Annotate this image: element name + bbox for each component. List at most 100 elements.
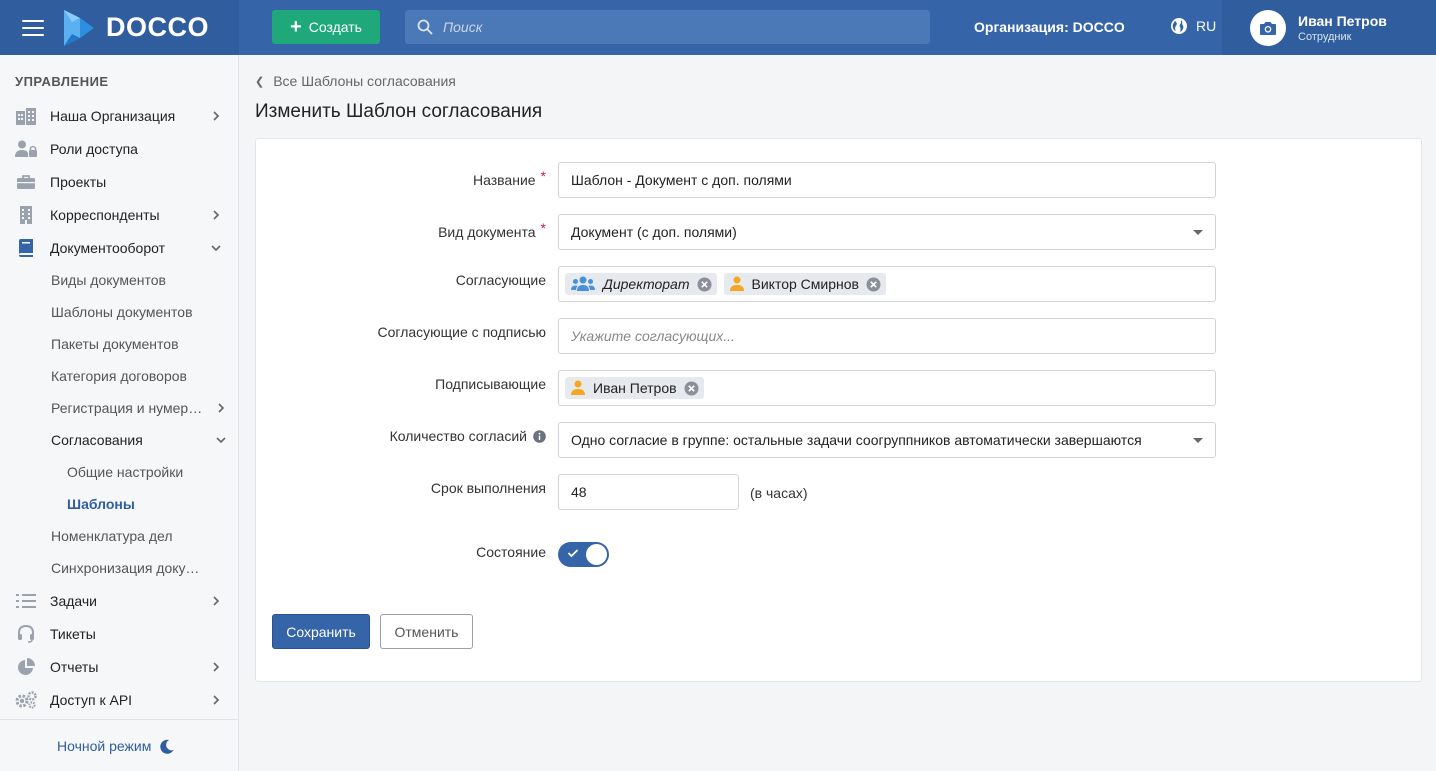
signers-label-wrap: Подписывающие	[435, 376, 546, 392]
sidebar-item-label: Документооборот	[50, 240, 166, 256]
night-mode-toggle[interactable]: Ночной режим	[57, 738, 174, 754]
approvers-sign-field[interactable]: Укажите согласующих...	[558, 318, 1216, 354]
sidebar-item-access-roles[interactable]: Роли доступа	[0, 135, 238, 163]
tasks-icon	[15, 591, 37, 611]
sidebar-item-correspondents[interactable]: Корреспонденты	[0, 201, 238, 229]
sidebar-subitem-doc-types[interactable]: Виды документов	[51, 268, 231, 292]
deadline-input[interactable]: 48	[558, 474, 739, 510]
language-switcher[interactable]: RU	[1170, 17, 1216, 35]
sidebar-item-document-flow[interactable]: Документооборот	[0, 234, 238, 262]
sidebar-subitem-label: Регистрация и нумерация	[51, 400, 209, 416]
remove-tag-icon[interactable]	[697, 277, 712, 292]
count-value: Одно согласие в группе: остальные задачи…	[571, 432, 1142, 448]
users-lock-icon	[15, 139, 37, 159]
chevron-right-icon	[213, 662, 220, 672]
user-role: Сотрудник	[1298, 30, 1352, 43]
search-bar[interactable]	[405, 10, 930, 44]
sidebar-subitem-label: Согласования	[51, 432, 143, 448]
user-icon	[729, 276, 744, 292]
state-toggle[interactable]	[558, 542, 609, 567]
name-label-wrap: Название *	[473, 168, 546, 188]
sidebar-item-reports[interactable]: Отчеты	[0, 653, 238, 681]
signers-field[interactable]: Иван Петров	[558, 370, 1216, 406]
sidebar-item-label: Корреспонденты	[50, 207, 160, 223]
create-button[interactable]: + Создать	[272, 10, 380, 44]
remove-tag-icon[interactable]	[684, 381, 699, 396]
sidebar-item-api-access[interactable]: Доступ к API	[0, 686, 238, 714]
required-mark: *	[540, 220, 546, 236]
sidebar-item-label: Тикеты	[50, 626, 96, 642]
required-mark: *	[540, 168, 546, 184]
doc-type-label-wrap: Вид документа *	[438, 220, 546, 240]
camera-icon	[1260, 21, 1276, 35]
sidebar-subitem-registration[interactable]: Регистрация и нумерация	[51, 396, 231, 420]
briefcase-icon	[15, 172, 37, 192]
name-field[interactable]: Шаблон - Документ с доп. полями	[558, 162, 1216, 198]
globe-icon	[1171, 18, 1187, 34]
deadline-unit: (в часах)	[750, 485, 808, 501]
brand-name: DOCCO	[106, 12, 209, 42]
chevron-left-icon: ❮	[255, 75, 265, 88]
deadline-value: 48	[571, 484, 587, 500]
approvers-label: Согласующие	[455, 272, 546, 288]
deadline-label: Срок выполнения	[430, 480, 546, 496]
sidebar-subitem-doc-packages[interactable]: Пакеты документов	[51, 332, 231, 356]
sidebar-subitem-approvals[interactable]: Согласования	[51, 428, 231, 452]
approvers-field[interactable]: Директорат Виктор Смирнов	[558, 266, 1216, 302]
sidebar: УПРАВЛЕНИЕ Наша Организация Роли доступа…	[0, 55, 239, 771]
sidebar-subitem-nomenclature[interactable]: Номенклатура дел	[51, 524, 231, 548]
user-info: Иван Петров Сотрудник	[1298, 13, 1387, 43]
approver-tag: Виктор Смирнов	[723, 273, 886, 295]
cancel-button[interactable]: Отменить	[380, 614, 473, 649]
signer-tag-label: Иван Петров	[593, 380, 677, 396]
chevron-down-icon	[211, 245, 221, 252]
logo[interactable]: DOCCO	[62, 8, 209, 48]
sidebar-divider	[0, 719, 238, 720]
sidebar-item-projects[interactable]: Проекты	[0, 168, 238, 196]
sidebar-item-tickets[interactable]: Тикеты	[0, 620, 238, 648]
sidebar-subitem-sync[interactable]: Синхронизация документов	[51, 556, 231, 580]
approver-tag-label: Директорат	[603, 276, 690, 292]
brand-area: DOCCO	[0, 0, 239, 55]
sidebar-item-tasks[interactable]: Задачи	[0, 587, 238, 615]
user-menu[interactable]: Иван Петров Сотрудник	[1222, 0, 1436, 55]
gears-icon	[15, 690, 37, 710]
sidebar-subitem-label: Номенклатура дел	[51, 528, 173, 544]
avatar[interactable]	[1250, 9, 1286, 46]
approvers-sign-label: Согласующие с подписью	[377, 324, 546, 340]
sidebar-subitem-contract-categories[interactable]: Категория договоров	[51, 364, 231, 388]
sidebar-item-label: Роли доступа	[50, 141, 138, 157]
book-icon	[15, 238, 37, 258]
user-icon	[571, 380, 585, 396]
sidebar-item-label: Отчеты	[50, 659, 99, 675]
doc-type-select[interactable]: Документ (с доп. полями)	[558, 214, 1216, 250]
breadcrumb[interactable]: ❮ Все Шаблоны согласования	[255, 73, 456, 89]
remove-tag-icon[interactable]	[866, 277, 881, 292]
count-select[interactable]: Одно согласие в группе: остальные задачи…	[558, 422, 1216, 458]
approver-tag-label: Виктор Смирнов	[751, 276, 859, 292]
doc-type-label: Вид документа	[438, 224, 536, 240]
menu-icon[interactable]	[22, 19, 44, 36]
sidebar-item-organization[interactable]: Наша Организация	[0, 102, 238, 130]
sidebar-subitem-label: Категория договоров	[51, 368, 187, 384]
sidebar-subitem-general-settings[interactable]: Общие настройки	[67, 460, 183, 484]
sidebar-item-label: Задачи	[50, 593, 98, 609]
save-button[interactable]: Сохранить	[272, 614, 370, 649]
sidebar-item-label: Проекты	[50, 174, 107, 190]
form-card: Название * Шаблон - Документ с доп. полям…	[255, 138, 1422, 682]
headset-icon	[15, 624, 37, 644]
signer-tag: Иван Петров	[565, 377, 704, 399]
info-icon[interactable]	[533, 429, 546, 443]
state-label: Состояние	[476, 544, 546, 560]
check-icon	[567, 549, 579, 558]
sidebar-subitem-label: Пакеты документов	[51, 336, 179, 352]
search-input[interactable]	[443, 19, 923, 35]
sidebar-subitem-label: Синхронизация документов	[51, 560, 209, 576]
sidebar-subitem-label: Шаблоны документов	[51, 304, 193, 320]
approvers-label-wrap: Согласующие	[456, 272, 546, 288]
doc-type-value: Документ (с доп. полями)	[571, 224, 737, 240]
sidebar-subitem-templates[interactable]: Шаблоны	[67, 492, 135, 516]
sidebar-subitem-doc-templates[interactable]: Шаблоны документов	[51, 300, 231, 324]
caret-down-icon	[1193, 438, 1203, 443]
search-icon	[417, 19, 433, 35]
